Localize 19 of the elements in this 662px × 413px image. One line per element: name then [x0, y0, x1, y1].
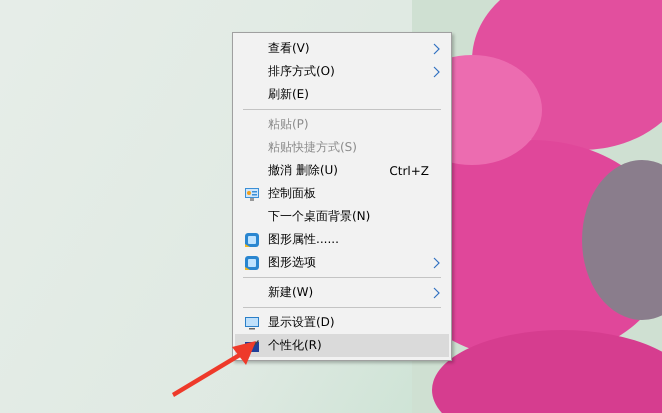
- chevron-right-icon: [433, 42, 440, 54]
- menu-item[interactable]: 个性化(R): [235, 334, 449, 357]
- menu-item[interactable]: 刷新(E): [235, 83, 449, 106]
- menu-item[interactable]: 撤消 删除(U) Ctrl+Z: [235, 159, 449, 182]
- menu-item[interactable]: 显示设置(D): [235, 311, 449, 334]
- menu-item[interactable]: 图形属性......: [235, 228, 449, 251]
- menu-item[interactable]: 控制面板: [235, 182, 449, 205]
- menu-item[interactable]: 新建(W): [235, 281, 449, 304]
- monitor-icon: [244, 314, 260, 330]
- chevron-right-icon: [433, 286, 440, 298]
- control-panel-icon: [244, 186, 260, 202]
- menu-item[interactable]: 图形选项: [235, 251, 449, 274]
- chevron-right-icon: [433, 256, 440, 268]
- graphics-icon: [244, 232, 260, 248]
- menu-item[interactable]: 下一个桌面背景(N): [235, 205, 449, 228]
- menu-item[interactable]: 排序方式(O): [235, 60, 449, 83]
- chevron-right-icon: [433, 66, 440, 78]
- menu-item[interactable]: 查看(V): [235, 37, 449, 60]
- graphics-icon: [244, 254, 260, 270]
